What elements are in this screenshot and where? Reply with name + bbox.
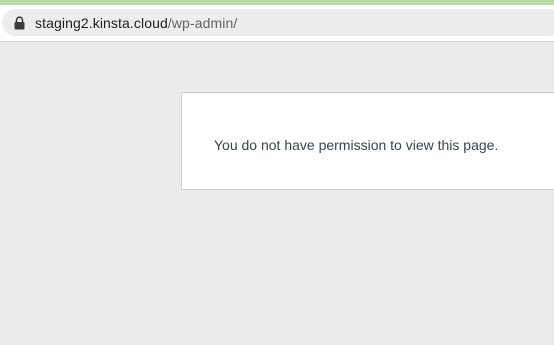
error-message: You do not have permission to view this … bbox=[214, 137, 499, 153]
page-content: You do not have permission to view this … bbox=[0, 42, 554, 345]
browser-toolbar: staging2.kinsta.cloud/wp-admin/ bbox=[0, 5, 554, 42]
url-host: staging2.kinsta.cloud bbox=[35, 14, 168, 31]
error-notice-box: You do not have permission to view this … bbox=[181, 92, 554, 190]
url-text[interactable]: staging2.kinsta.cloud/wp-admin/ bbox=[35, 15, 237, 31]
lock-icon[interactable] bbox=[14, 15, 25, 30]
url-path: /wp-admin/ bbox=[167, 14, 238, 31]
address-bar[interactable]: staging2.kinsta.cloud/wp-admin/ bbox=[2, 9, 554, 36]
